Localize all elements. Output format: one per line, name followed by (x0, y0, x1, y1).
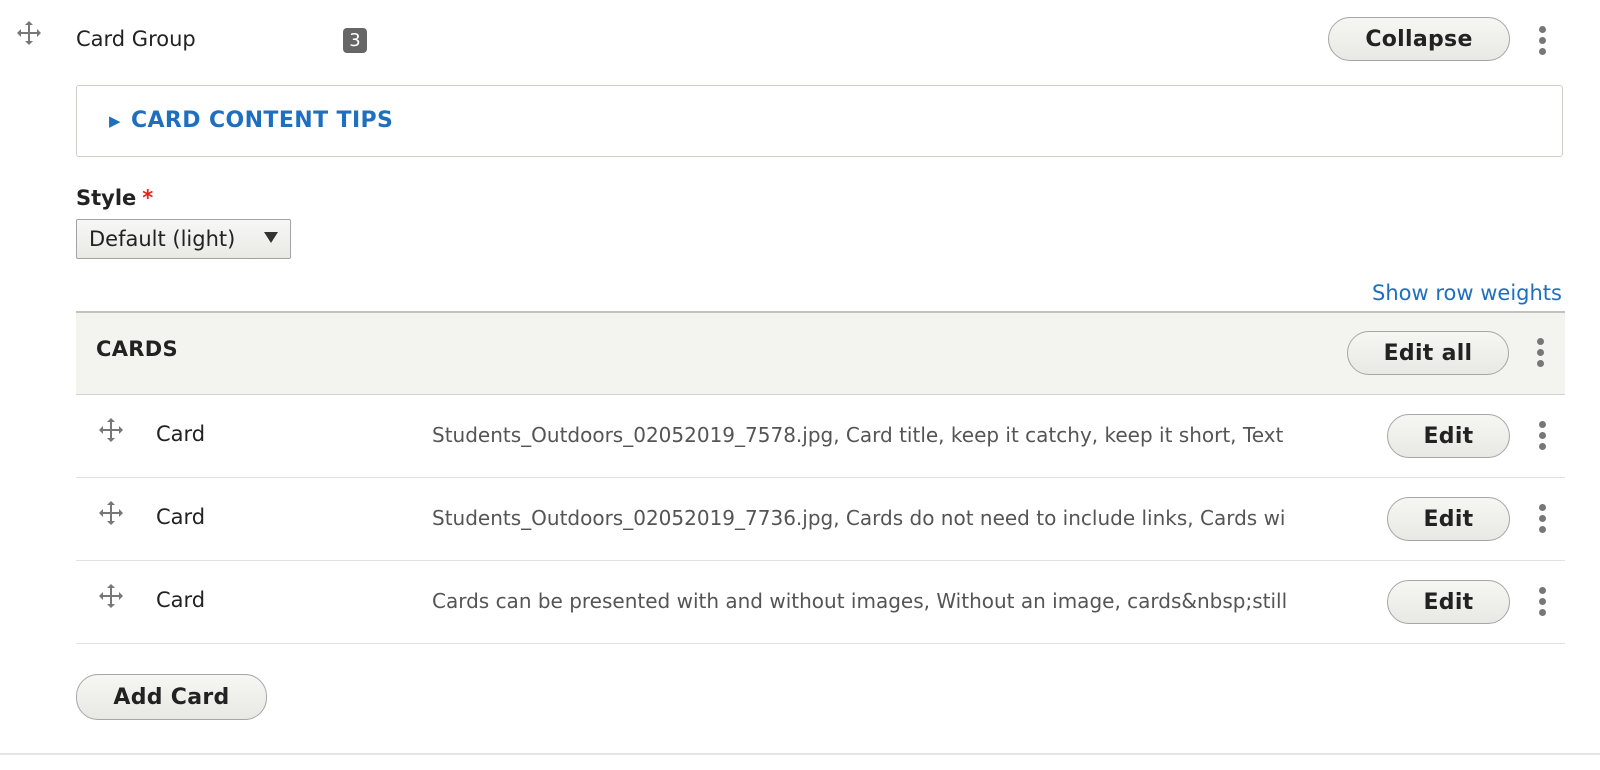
paragraph-title: Card Group (76, 27, 196, 51)
more-actions-icon[interactable] (1535, 417, 1549, 453)
edit-button[interactable]: Edit (1387, 414, 1510, 458)
disclosure-triangle-icon: ▶ (109, 111, 121, 130)
row-type-label: Card (156, 588, 206, 612)
count-badge: 3 (343, 28, 367, 53)
more-actions-icon[interactable] (1535, 500, 1549, 536)
row-summary: Students_Outdoors_02052019_7578.jpg, Car… (432, 423, 1284, 447)
row-summary: Cards can be presented with and without … (432, 589, 1288, 613)
card-content-tips-toggle[interactable]: ▶ CARD CONTENT TIPS (109, 108, 393, 133)
table-row: Card Cards can be presented with and wit… (76, 561, 1565, 644)
collapse-button[interactable]: Collapse (1328, 17, 1510, 61)
row-type-label: Card (156, 422, 206, 446)
style-field-label: Style * (76, 186, 153, 210)
row-type-label: Card (156, 505, 206, 529)
style-label-text: Style (76, 186, 137, 210)
more-actions-icon[interactable] (1535, 583, 1549, 619)
row-summary: Students_Outdoors_02052019_7736.jpg, Car… (432, 506, 1286, 530)
drag-handle-icon[interactable] (16, 20, 42, 46)
drag-handle-icon[interactable] (98, 500, 124, 526)
show-row-weights-link[interactable]: Show row weights (1372, 281, 1562, 305)
card-content-tips-details: ▶ CARD CONTENT TIPS (76, 85, 1563, 157)
more-actions-icon[interactable] (1535, 22, 1549, 58)
add-card-button[interactable]: Add Card (76, 674, 267, 720)
table-row: Card Students_Outdoors_02052019_7736.jpg… (76, 478, 1565, 561)
divider (0, 753, 1600, 755)
edit-button[interactable]: Edit (1387, 497, 1510, 541)
style-select[interactable]: Default (light) (76, 219, 291, 259)
drag-handle-icon[interactable] (98, 417, 124, 443)
drag-handle-icon[interactable] (98, 583, 124, 609)
required-marker: * (142, 186, 154, 210)
cards-header-title: CARDS (96, 337, 178, 361)
cards-table-header: CARDS (76, 311, 1565, 395)
style-select-value: Default (light) (89, 227, 236, 251)
edit-button[interactable]: Edit (1387, 580, 1510, 624)
chevron-down-icon (264, 232, 278, 243)
table-row: Card Students_Outdoors_02052019_7578.jpg… (76, 395, 1565, 478)
edit-all-button[interactable]: Edit all (1347, 331, 1509, 375)
more-actions-icon[interactable] (1533, 334, 1547, 370)
tips-summary-label: CARD CONTENT TIPS (130, 108, 394, 133)
